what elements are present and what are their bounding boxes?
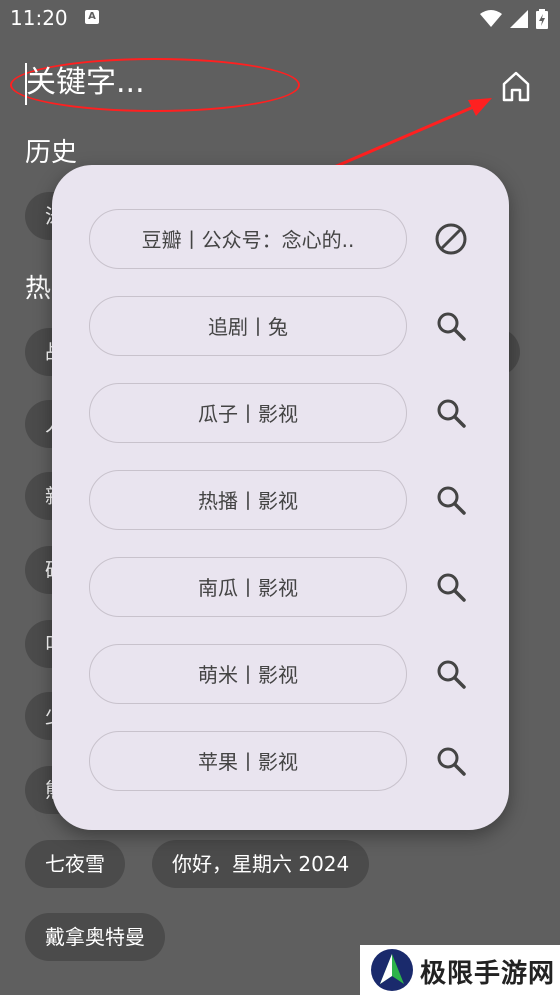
- search-icon[interactable]: [433, 482, 469, 518]
- block-icon[interactable]: [433, 221, 469, 257]
- source-button[interactable]: 追剧丨兔: [89, 296, 407, 356]
- source-button[interactable]: 豆瓣丨公众号：念心的..: [89, 209, 407, 269]
- status-icons: [480, 9, 548, 29]
- search-icon[interactable]: [433, 743, 469, 779]
- source-button[interactable]: 瓜子丨影视: [89, 383, 407, 443]
- history-title: 历史: [25, 138, 78, 168]
- source-row: 追剧丨兔: [89, 296, 489, 358]
- watermark-text: 极限手游网: [420, 959, 556, 989]
- source-popup: 豆瓣丨公众号：念心的.. 追剧丨兔 瓜子丨影视 热播丨影视 南瓜丨影视 萌米丨影…: [52, 165, 509, 830]
- notification-icon: A: [85, 10, 99, 24]
- source-row: 苹果丨影视: [89, 731, 489, 793]
- wifi-icon: [480, 10, 502, 27]
- source-row: 豆瓣丨公众号：念心的..: [89, 209, 489, 271]
- source-button[interactable]: 苹果丨影视: [89, 731, 407, 791]
- source-row: 热播丨影视: [89, 470, 489, 532]
- watermark-logo-icon: [371, 949, 413, 991]
- search-icon[interactable]: [433, 569, 469, 605]
- status-time: 11:20: [10, 6, 68, 30]
- battery-icon: [536, 9, 548, 29]
- status-bar: 11:20 A: [0, 0, 560, 38]
- source-row: 萌米丨影视: [89, 644, 489, 706]
- search-input[interactable]: [26, 62, 286, 102]
- watermark: 极限手游网: [360, 945, 560, 995]
- source-button[interactable]: 热播丨影视: [89, 470, 407, 530]
- search-icon[interactable]: [433, 308, 469, 344]
- hot-chip[interactable]: 戴拿奥特曼: [25, 913, 165, 961]
- source-row: 南瓜丨影视: [89, 557, 489, 619]
- search-icon[interactable]: [433, 395, 469, 431]
- home-icon[interactable]: [496, 66, 536, 106]
- annotation-arrow: [331, 98, 492, 170]
- hot-chip[interactable]: 你好，星期六 2024: [152, 840, 370, 888]
- source-button[interactable]: 萌米丨影视: [89, 644, 407, 704]
- signal-icon: [510, 10, 528, 28]
- hot-chip[interactable]: 七夜雪: [25, 840, 125, 888]
- source-button[interactable]: 南瓜丨影视: [89, 557, 407, 617]
- hot-title: 热: [25, 274, 52, 304]
- source-row: 瓜子丨影视: [89, 383, 489, 445]
- search-icon[interactable]: [433, 656, 469, 692]
